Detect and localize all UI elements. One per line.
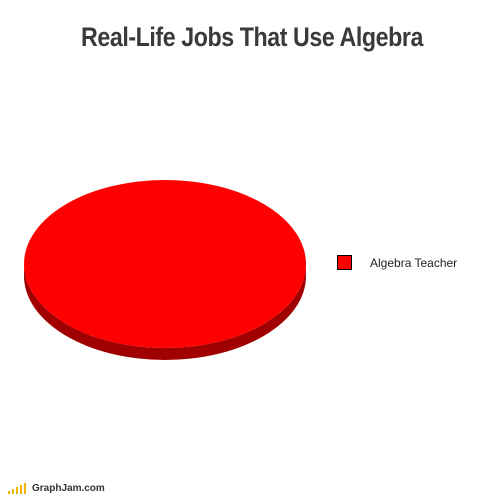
footer-site[interactable]: GraphJam.com [32,484,105,494]
pie-group [24,180,306,360]
legend: Algebra Teacher [337,255,457,270]
footer: GraphJam.com [8,483,105,494]
legend-swatch [337,255,352,270]
pie-slice-0 [24,180,306,348]
legend-label: Algebra Teacher [370,255,458,270]
bar-chart-logo-icon [8,483,28,494]
pie-chart [24,180,306,360]
